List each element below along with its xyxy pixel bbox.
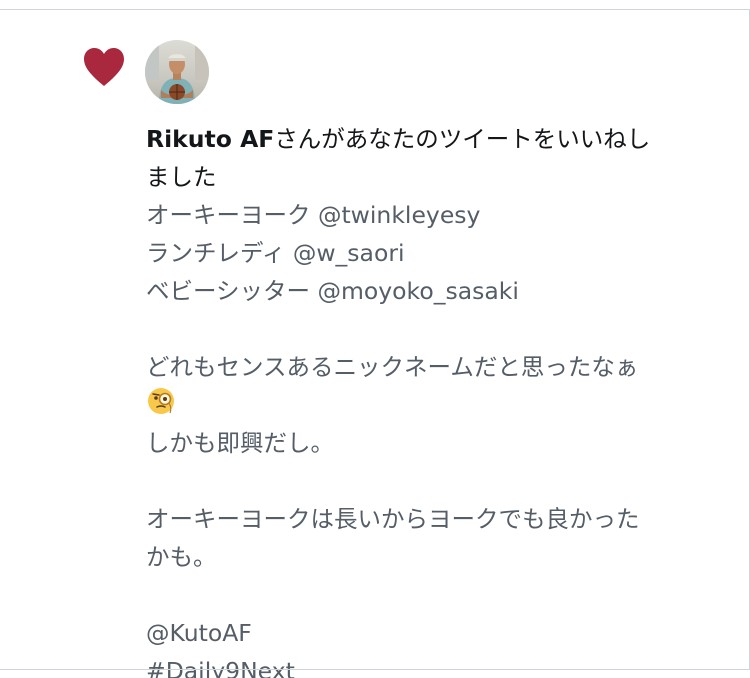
notification-text-line-1: Rikuto AFさんがあなたのツイートをいいねし [146, 120, 706, 158]
tweet-line: ランチレディ @w_saori [146, 239, 405, 267]
like-notification[interactable]: Rikuto AFさんがあなたのツイートをいいねし ました オーキーヨーク @t… [0, 10, 749, 678]
user-name[interactable]: Rikuto AF [146, 125, 274, 153]
bottom-divider [0, 669, 750, 670]
tweet-line: しかも即興だし。 [146, 429, 334, 457]
tweet-emoji-line [146, 386, 706, 424]
user-avatar[interactable] [145, 40, 209, 104]
tweet-line: オーキーヨークは長いからヨークでも良かった [146, 505, 640, 533]
face-with-monocle-emoji [148, 388, 174, 414]
tweet-content[interactable]: Rikuto AFさんがあなたのツイートをいいねし ました オーキーヨーク @t… [146, 120, 706, 678]
tweet-line: どれもセンスあるニックネームだと思ったなぁ [146, 353, 639, 381]
hashtag-link[interactable]: #Daily9Next [146, 652, 706, 678]
tweet-line: ベビーシッター @moyoko_sasaki [146, 277, 519, 305]
notification-text-line-2: ました [146, 163, 217, 191]
tweet-line: かも。 [146, 543, 217, 571]
tweet-line: オーキーヨーク @twinkleyesy [146, 201, 481, 229]
heart-icon [84, 48, 124, 86]
notification-action-text: さんがあなたのツイートをいいねし [274, 125, 651, 153]
mention-link[interactable]: @KutoAF [146, 614, 706, 652]
